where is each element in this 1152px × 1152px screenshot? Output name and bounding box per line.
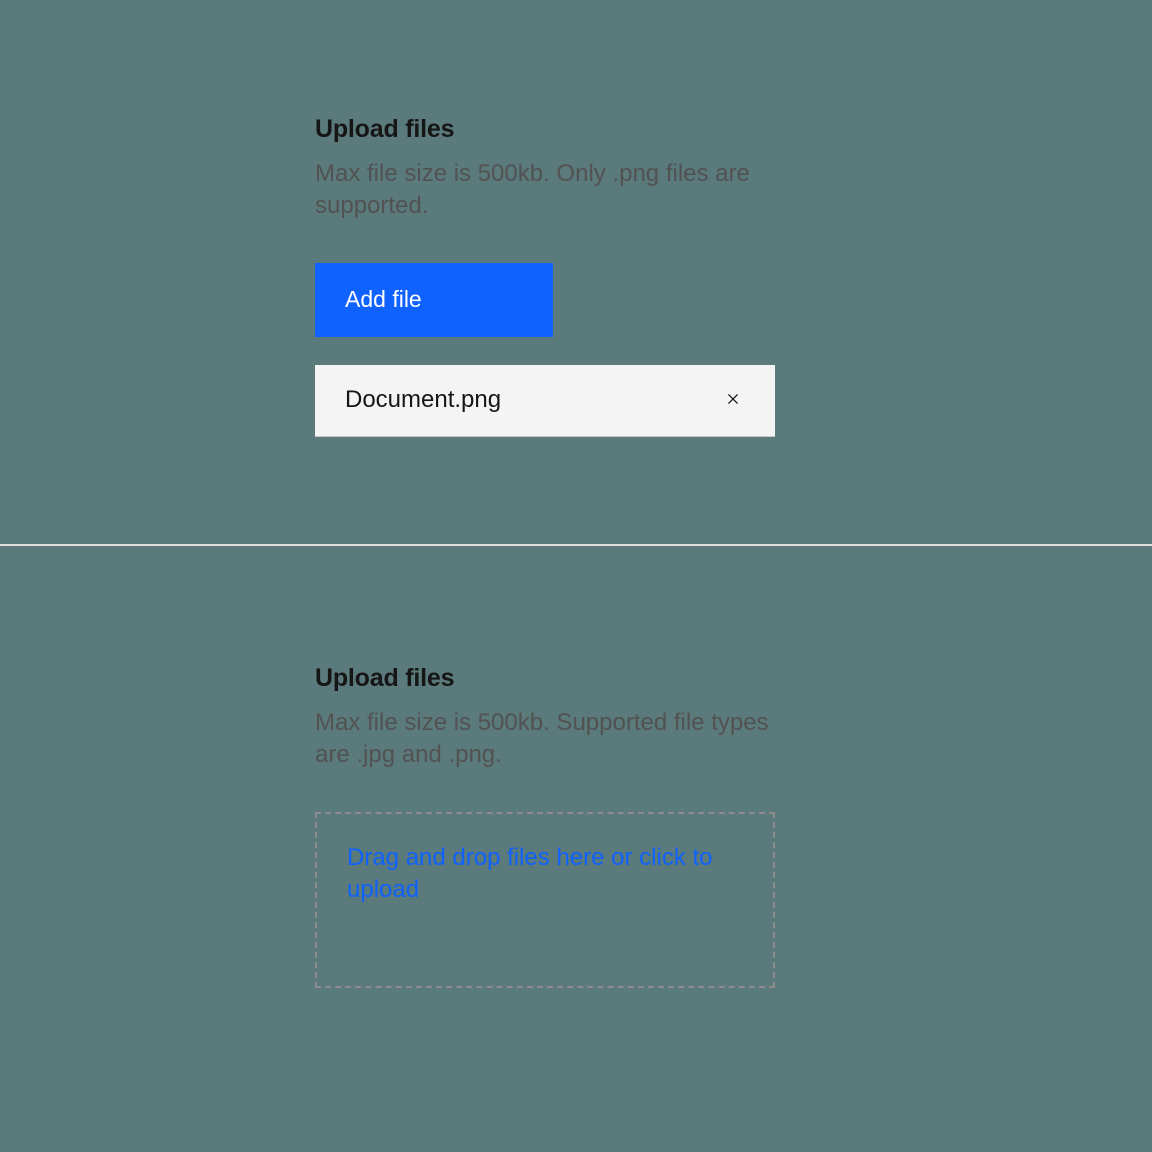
upload-container: Upload files Max file size is 500kb. Sup… [315,664,775,988]
upload-title: Upload files [315,115,775,144]
upload-dropzone-example-section: Upload files Max file size is 500kb. Sup… [0,546,1152,1152]
close-icon [723,389,743,412]
remove-file-button[interactable] [721,388,745,412]
add-file-button[interactable]: Add file [315,263,553,337]
upload-title: Upload files [315,664,775,693]
uploaded-file-item: Document.png [315,365,775,437]
upload-button-example-section: Upload files Max file size is 500kb. Onl… [0,0,1152,546]
upload-container: Upload files Max file size is 500kb. Onl… [315,115,775,437]
file-name: Document.png [345,386,501,414]
dropzone-label: Drag and drop files here or click to upl… [347,842,743,907]
file-dropzone[interactable]: Drag and drop files here or click to upl… [315,812,775,988]
upload-description: Max file size is 500kb. Only .png files … [315,158,775,223]
upload-description: Max file size is 500kb. Supported file t… [315,707,775,772]
